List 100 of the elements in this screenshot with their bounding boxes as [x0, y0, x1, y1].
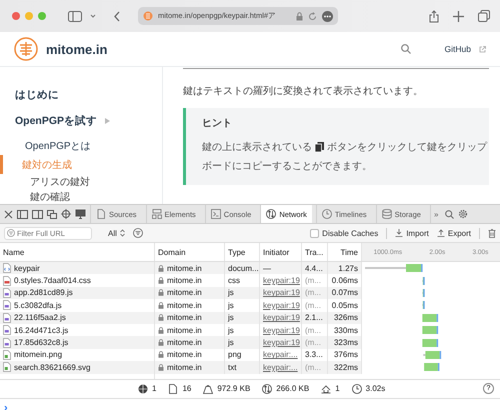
transfer-icon	[262, 384, 272, 394]
type-filter-dropdown[interactable]: All	[108, 228, 125, 238]
document-file-icon	[3, 263, 11, 274]
summary-value: 972.9 KB	[217, 384, 250, 394]
chevron-down-icon[interactable]	[90, 14, 96, 18]
dock-side-icon[interactable]	[32, 210, 43, 218]
initiator-link[interactable]: keypair:19	[260, 336, 302, 349]
more-tabs-button[interactable]: »	[430, 205, 442, 223]
lock-icon	[158, 351, 164, 358]
image-file-icon	[3, 362, 11, 372]
share-icon[interactable]	[429, 10, 439, 22]
timing-bar-drawing	[423, 350, 442, 359]
clock-icon	[352, 384, 362, 394]
column-header[interactable]: Domain	[155, 243, 225, 261]
network-icon	[266, 209, 276, 219]
timing-bar-drawing	[422, 338, 438, 347]
sidebar-item[interactable]: OpenPGPを試す	[15, 114, 98, 128]
initiator-link[interactable]: keypair:19	[260, 312, 302, 324]
css-file-icon	[3, 276, 11, 286]
hint-text: ボタンをクリックして鍵をクリップ	[327, 140, 487, 154]
tabs-overview-icon[interactable]	[478, 10, 490, 22]
initiator-link[interactable]: keypair:...	[260, 361, 302, 374]
trash-icon[interactable]	[488, 228, 496, 238]
lock-icon	[158, 339, 164, 346]
lock-icon	[296, 12, 303, 20]
type-cell: js	[225, 286, 260, 300]
domain-text: mitome.in	[167, 313, 202, 322]
favicon-icon	[143, 11, 153, 21]
back-icon[interactable]	[114, 10, 120, 22]
sidebar-item[interactable]: 鍵の確認	[30, 190, 70, 204]
domain-text: mitome.in	[167, 300, 202, 310]
image-file-icon	[3, 350, 11, 360]
timing-bar-drawing	[422, 301, 425, 310]
type-cell: js	[225, 312, 260, 324]
lock-icon	[158, 289, 164, 296]
sidebar-item[interactable]: アリスの鍵対	[30, 174, 90, 188]
console-prompt[interactable]: ›	[4, 402, 8, 410]
new-tab-icon[interactable]	[453, 10, 464, 22]
checkbox-label: Disable Caches	[322, 228, 378, 238]
script-file-icon	[3, 300, 11, 310]
upload-icon	[321, 384, 332, 394]
sidebar-item[interactable]: はじめに	[15, 88, 59, 102]
search-icon[interactable]	[445, 210, 454, 218]
console-icon	[210, 209, 221, 219]
timing-bar-drawing	[422, 276, 425, 285]
download-icon	[395, 229, 404, 237]
column-header[interactable]: Initiator	[260, 243, 302, 261]
page-icon	[96, 209, 106, 219]
close-icon[interactable]	[4, 210, 13, 218]
file-name[interactable]: mitomein.png	[14, 350, 62, 360]
globe-icon	[138, 384, 148, 394]
timing-bar-drawing	[422, 326, 438, 334]
initiator-cell: —	[260, 262, 302, 274]
file-name[interactable]: keypair	[14, 264, 40, 273]
weight-icon	[203, 384, 214, 394]
github-link[interactable]: GitHub	[444, 44, 471, 54]
summary-value: 1	[335, 384, 340, 394]
page-icon	[168, 384, 178, 394]
monitor-icon[interactable]	[75, 209, 86, 219]
file-name[interactable]: 16.24d471c3.js	[14, 326, 68, 335]
timing-bar-drawing	[424, 363, 440, 372]
lock-icon	[158, 314, 164, 322]
filter-icon[interactable]	[132, 228, 143, 238]
file-name[interactable]: 5.c3082dfa.js	[14, 300, 62, 310]
logo-icon[interactable]	[14, 37, 38, 61]
sidebar-item[interactable]: OpenPGPとは	[25, 138, 91, 152]
export-button[interactable]: Export	[436, 228, 471, 238]
crosshair-icon[interactable]	[61, 209, 71, 219]
timing-bar-drawing	[422, 288, 425, 297]
import-button[interactable]: Import	[395, 228, 429, 238]
file-name[interactable]: 0.styles.7daaf014.css	[14, 276, 91, 286]
close-window-button[interactable]	[12, 12, 20, 20]
transferred-cell: (m...	[302, 336, 328, 349]
external-link-icon	[479, 46, 486, 52]
more-icon[interactable]	[322, 10, 333, 22]
summary-value: 1	[152, 384, 156, 394]
settings-icon[interactable]	[458, 209, 468, 219]
hint-title: ヒント	[202, 117, 233, 130]
column-header[interactable]: Tra...	[302, 243, 328, 261]
time-cell: 1.27s	[328, 262, 362, 274]
checkbox[interactable]	[310, 228, 320, 238]
column-header[interactable]: Type	[225, 243, 260, 261]
time-cell: 0.07ms	[328, 286, 362, 300]
lock-icon	[158, 326, 164, 334]
transferred-cell: 2.1...	[302, 312, 328, 324]
undock-icon[interactable]	[47, 210, 57, 218]
column-header[interactable]: Name	[0, 243, 155, 261]
type-cell: docum...	[225, 262, 260, 274]
lock-icon	[158, 302, 164, 309]
dock-bottom-icon[interactable]	[17, 210, 28, 218]
lock-icon	[158, 277, 164, 284]
updown-icon	[120, 229, 125, 237]
sidebar-icon[interactable]	[68, 10, 82, 22]
copy-icon	[315, 142, 324, 152]
site-title[interactable]: mitome.in	[46, 42, 108, 56]
initiator-link[interactable]: keypair:19	[260, 286, 302, 300]
search-icon[interactable]	[400, 44, 411, 54]
hint-text: ボードにコピーすることができます。	[202, 160, 372, 172]
lock-icon	[158, 364, 164, 371]
time-cell: 323ms	[328, 336, 362, 349]
